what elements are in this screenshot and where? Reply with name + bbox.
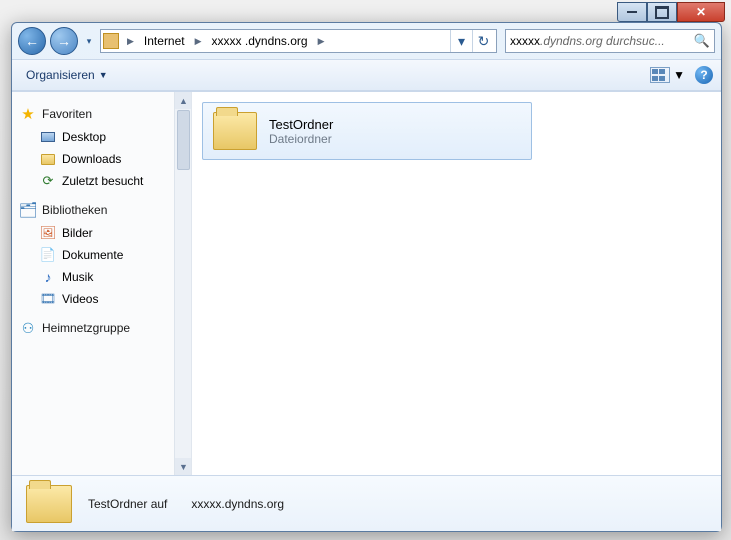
star-icon: ★ (20, 106, 36, 122)
sidebar-item-documents[interactable]: 📄 Dokumente (12, 244, 191, 266)
history-dropdown[interactable]: ▾ (82, 31, 96, 51)
command-bar: Organisieren ▼ ▼ ? (12, 59, 721, 91)
details-name: TestOrdner auf (88, 497, 167, 511)
tree-label: Downloads (62, 152, 121, 166)
organize-label: Organisieren (26, 68, 95, 82)
search-placeholder: xxxxx.dyndns.org durchsuc... (510, 34, 690, 48)
sidebar-item-music[interactable]: ♪ Musik (12, 266, 191, 288)
details-host: xxxxx.dyndns.org (191, 497, 284, 511)
sidebar-item-recent[interactable]: ⟳ Zuletzt besucht (12, 170, 191, 192)
favorites-label: Favoriten (42, 107, 92, 121)
breadcrumb-internet[interactable]: Internet (138, 30, 191, 52)
tree-label: Zuletzt besucht (62, 174, 143, 188)
window-controls (617, 2, 725, 22)
explorer-window: ← → ▾ ▶ Internet ▶ xxxxx .dyndns.org ▶ ▾… (11, 22, 722, 532)
content-pane[interactable]: TestOrdner Dateiordner (192, 92, 721, 475)
search-icon[interactable]: 🔍 (694, 33, 710, 49)
libraries-label: Bibliotheken (42, 203, 107, 217)
tree-label: Desktop (62, 130, 106, 144)
tree-label: Musik (62, 270, 93, 284)
close-button[interactable] (677, 2, 725, 22)
tree-label: Bilder (62, 226, 93, 240)
refresh-button[interactable]: ↻ (472, 30, 494, 52)
sidebar-item-desktop[interactable]: Desktop (12, 126, 191, 148)
search-input[interactable]: xxxxx.dyndns.org durchsuc... 🔍 (505, 29, 715, 53)
folder-icon (26, 485, 72, 523)
chevron-right-icon[interactable]: ▶ (314, 36, 329, 47)
scroll-thumb[interactable] (177, 110, 190, 170)
address-bar[interactable]: ▶ Internet ▶ xxxxx .dyndns.org ▶ ▾ ↻ (100, 29, 497, 53)
libraries-icon: 🗂 (20, 202, 36, 218)
homegroup-group[interactable]: ⚇ Heimnetzgruppe (12, 316, 191, 340)
music-icon: ♪ (40, 269, 56, 285)
navigation-pane: ★ Favoriten Desktop Downloads ⟳ Zuletzt … (12, 92, 192, 475)
item-type: Dateiordner (269, 132, 333, 146)
location-icon (103, 33, 119, 49)
caret-down-icon: ▼ (99, 70, 108, 80)
minimize-button[interactable] (617, 2, 647, 22)
item-name: TestOrdner (269, 117, 333, 132)
view-icon (650, 67, 670, 83)
breadcrumb-host[interactable]: xxxxx .dyndns.org (206, 30, 314, 52)
sidebar-item-downloads[interactable]: Downloads (12, 148, 191, 170)
tree-label: Videos (62, 292, 98, 306)
sidebar-item-videos[interactable]: 🎞 Videos (12, 288, 191, 310)
navigation-row: ← → ▾ ▶ Internet ▶ xxxxx .dyndns.org ▶ ▾… (12, 23, 721, 59)
chevron-right-icon[interactable]: ▶ (123, 36, 138, 47)
chevron-right-icon[interactable]: ▶ (191, 36, 206, 47)
view-options-button[interactable]: ▼ (650, 67, 685, 83)
sidebar-item-pictures[interactable]: 🖼 Bilder (12, 222, 191, 244)
details-pane: TestOrdner auf xxxxx.dyndns.org (12, 475, 721, 531)
recent-icon: ⟳ (40, 173, 56, 189)
homegroup-label: Heimnetzgruppe (42, 321, 130, 335)
tree-label: Dokumente (62, 248, 123, 262)
caret-down-icon: ▼ (673, 68, 685, 82)
pictures-icon: 🖼 (40, 225, 56, 241)
favorites-group[interactable]: ★ Favoriten (12, 102, 191, 126)
folder-icon (40, 151, 56, 167)
help-button[interactable]: ? (695, 66, 713, 84)
documents-icon: 📄 (40, 247, 56, 263)
maximize-button[interactable] (647, 2, 677, 22)
scroll-up-button[interactable]: ▲ (175, 92, 192, 109)
scroll-down-button[interactable]: ▼ (175, 458, 192, 475)
address-dropdown[interactable]: ▾ (450, 30, 472, 52)
forward-button[interactable]: → (50, 27, 78, 55)
homegroup-icon: ⚇ (20, 320, 36, 336)
organize-button[interactable]: Organisieren ▼ (20, 65, 114, 85)
videos-icon: 🎞 (40, 291, 56, 307)
libraries-group[interactable]: 🗂 Bibliotheken (12, 198, 191, 222)
folder-item-testordner[interactable]: TestOrdner Dateiordner (202, 102, 532, 160)
back-button[interactable]: ← (18, 27, 46, 55)
folder-icon (213, 112, 257, 150)
sidebar-scrollbar[interactable]: ▲ ▼ (174, 92, 191, 475)
main-area: ★ Favoriten Desktop Downloads ⟳ Zuletzt … (12, 91, 721, 475)
desktop-icon (40, 129, 56, 145)
